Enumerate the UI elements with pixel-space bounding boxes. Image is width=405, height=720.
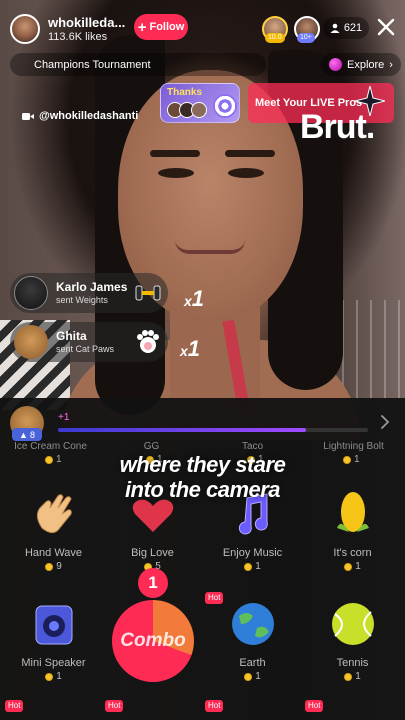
gift-price: 1 <box>302 671 403 682</box>
thanks-card[interactable]: Thanks <box>160 83 240 123</box>
gift-name: Hand Wave <box>24 547 83 559</box>
gift-name[interactable]: Taco <box>202 441 303 452</box>
caption-line: into the camera <box>124 477 281 502</box>
gift-name: Tennis <box>336 657 369 669</box>
level-icon: ▲ <box>19 429 28 440</box>
event-banner[interactable]: Champions Tournament <box>10 53 266 76</box>
gift-notification-text: Ghita sent Cat Paws <box>56 329 114 355</box>
gifter-level: 8 <box>29 429 35 440</box>
gift-count: x1 <box>180 336 201 361</box>
host-name: whokilleda... <box>48 14 126 30</box>
host-text: whokilleda... 113.6K likes <box>48 15 125 44</box>
combo-send-button[interactable]: 1 Combo <box>112 568 194 700</box>
combo-count: 1 <box>138 568 168 598</box>
cat-paw-gift-icon <box>137 330 159 353</box>
sender-avatar <box>14 276 48 310</box>
gift-item-mini-speaker[interactable]: Mini Speaker 1 <box>3 598 104 682</box>
gift-name: Enjoy Music <box>222 547 283 559</box>
close-icon[interactable] <box>375 16 397 38</box>
coin-icon <box>344 672 353 681</box>
explore-icon <box>329 58 342 71</box>
level-progress-fill <box>58 428 306 432</box>
hot-badge: Hot <box>305 700 324 712</box>
coin-icon <box>244 562 253 571</box>
speaker-icon <box>35 605 72 645</box>
supporter-avatar <box>191 102 207 118</box>
host-likes: 113.6K likes <box>48 30 108 43</box>
combo-button[interactable]: Combo <box>112 600 194 682</box>
sender-name: Ghita <box>56 329 87 343</box>
coin-icon <box>45 672 54 681</box>
gift-notification-text: Karlo James sent Weights <box>56 280 127 306</box>
streamer-brow-left <box>150 150 200 157</box>
gift-name[interactable]: Lightning Bolt <box>303 441 404 452</box>
gift-count: x1 <box>184 286 205 311</box>
creator-handle-text: @whokilledashanti <box>39 110 139 122</box>
viewer-count-button[interactable]: 621 <box>323 17 369 39</box>
level-increment: +1 <box>58 412 70 423</box>
creator-handle: @whokilledashanti <box>22 110 138 122</box>
thanks-label: Thanks <box>167 87 203 98</box>
gift-price-value: 9 <box>56 561 62 572</box>
gift-price-value: 1 <box>56 671 62 682</box>
plus-icon: + <box>137 18 147 36</box>
brand-watermark: Brut. <box>300 108 375 146</box>
video-caption: where they stare into the camera <box>0 452 405 502</box>
gift-name[interactable]: Ice Cream Cone <box>0 441 101 452</box>
gift-count-value: 1 <box>187 336 201 361</box>
coin-icon <box>244 672 253 681</box>
explore-button[interactable]: Explore › <box>321 53 401 76</box>
gift-price-value: 1 <box>255 561 261 572</box>
caption-line: where they stare <box>119 452 286 477</box>
earth-icon <box>231 603 274 645</box>
gift-item-earth[interactable]: Earth 1 <box>202 598 303 682</box>
sender-avatar <box>14 325 48 359</box>
host-info-pill[interactable]: whokilleda... 113.6K likes <box>10 12 125 46</box>
gift-name: Mini Speaker <box>21 657 86 669</box>
gift-price: 1 <box>3 671 104 682</box>
tennis-ball-icon <box>331 603 374 645</box>
chevron-right-icon: › <box>389 58 393 71</box>
gift-action: sent Weights <box>56 295 108 305</box>
gift-price: 9 <box>3 561 104 572</box>
streamer-brow-right <box>225 150 275 157</box>
hot-badge: Hot <box>205 700 224 712</box>
explore-label: Explore <box>347 58 385 71</box>
streamer-eye-right <box>228 168 264 178</box>
gift-name: Earth <box>239 657 266 669</box>
dumbbell-gift-icon <box>135 285 161 301</box>
gift-price: 1 <box>202 671 303 682</box>
streamer-eye-left <box>158 168 194 178</box>
chevron-right-icon[interactable] <box>380 414 390 430</box>
gift-action: sent Cat Paws <box>56 344 115 354</box>
gifter-level-badge: ▲ 8 <box>12 428 42 441</box>
hot-badge: Hot <box>105 700 124 712</box>
top-viewer-badge: 10.0 <box>265 33 285 43</box>
gift-price-value: 1 <box>355 671 361 682</box>
gift-name[interactable]: GG <box>101 441 202 452</box>
level-progress-bar <box>58 428 368 432</box>
streamer-mouth <box>175 240 245 254</box>
follow-button[interactable]: + Follow <box>134 14 188 40</box>
host-avatar[interactable] <box>10 14 40 44</box>
top-viewer-badge: 10+ <box>297 33 315 43</box>
hot-badge: Hot <box>5 700 24 712</box>
sender-name: Karlo James <box>56 280 128 294</box>
coin-icon <box>344 562 353 571</box>
target-icon <box>213 94 237 118</box>
gift-price: 1 <box>202 561 303 572</box>
gift-name: It's corn <box>333 547 372 559</box>
camera-icon <box>22 112 34 120</box>
gift-price: 1 <box>302 561 403 572</box>
gift-name: Big Love <box>131 547 174 559</box>
follow-label: Follow <box>149 21 185 33</box>
viewer-count: 621 <box>343 22 363 34</box>
gift-price-value: 1 <box>355 561 361 572</box>
gift-count-value: 1 <box>191 286 205 311</box>
gift-price-value: 1 <box>255 671 261 682</box>
event-title: Champions Tournament <box>34 58 151 71</box>
gift-item-tennis[interactable]: Tennis 1 <box>302 598 403 682</box>
coin-icon <box>45 562 54 571</box>
person-icon <box>330 23 340 33</box>
